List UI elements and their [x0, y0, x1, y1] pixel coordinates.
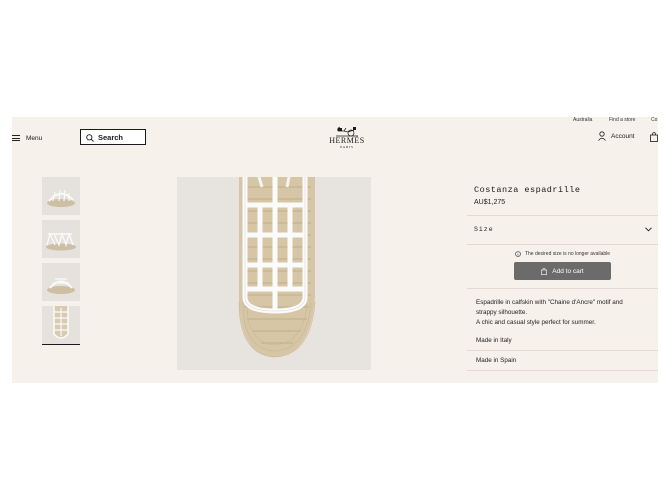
- hermes-logo[interactable]: HERMÈS PARIS: [325, 125, 369, 150]
- product-panel: Costanza espadrille AU$1,275 Size The de…: [467, 177, 658, 371]
- description-line: A chic and casual style perfect for summ…: [476, 319, 596, 326]
- bag-icon: [541, 267, 548, 275]
- size-notice-text: The desired size is no longer available: [524, 251, 611, 257]
- contact-link[interactable]: Co: [651, 117, 657, 123]
- country-link[interactable]: Australia: [573, 117, 592, 123]
- search-label: Search: [98, 132, 124, 142]
- size-selector[interactable]: Size: [467, 216, 658, 244]
- divider: [467, 244, 658, 245]
- product-thumbnail-image: [42, 306, 80, 344]
- product-page: Australia Find a store Co Menu Search HE…: [12, 117, 658, 383]
- logo-name: HERMÈS: [329, 136, 365, 145]
- thumbnail-3[interactable]: [42, 263, 80, 301]
- search-icon: [86, 133, 94, 142]
- description-line: strappy silhouette.: [476, 309, 528, 316]
- add-to-cart-button[interactable]: Add to cart: [514, 262, 611, 280]
- made-in-spain: Made in Spain: [476, 357, 517, 364]
- menu-label: Menu: [26, 134, 43, 142]
- chevron-down-icon: [645, 227, 652, 232]
- product-thumbnail-image: [42, 263, 80, 301]
- add-to-cart-label: Add to cart: [552, 267, 584, 275]
- made-in-italy: Made in Italy: [476, 337, 512, 344]
- account-label: Account: [611, 132, 635, 140]
- main-product-image: [177, 177, 371, 370]
- search-button[interactable]: Search: [80, 129, 146, 145]
- size-notice: The desired size is no longer available: [467, 249, 658, 259]
- account-link[interactable]: Account: [598, 131, 635, 141]
- thumbnail-1[interactable]: [42, 177, 80, 215]
- product-price: AU$1,275: [474, 199, 506, 206]
- size-label: Size: [474, 226, 494, 233]
- info-icon: [515, 251, 521, 257]
- product-thumbnail-image: [42, 177, 80, 215]
- find-store-link[interactable]: Find a store: [609, 117, 635, 123]
- logo-city: PARIS: [340, 145, 354, 149]
- description-line: Espadrille in calfskin with "Chaine d'An…: [476, 299, 623, 306]
- shopping-bag-icon[interactable]: [650, 132, 658, 142]
- hamburger-icon: [12, 135, 20, 141]
- thumbnail-2[interactable]: [42, 220, 80, 258]
- menu-button[interactable]: Menu: [12, 133, 42, 143]
- divider: [467, 370, 658, 371]
- product-description: Espadrille in calfskin with "Chaine d'An…: [467, 298, 658, 328]
- divider: [467, 350, 658, 351]
- user-icon: [598, 131, 606, 141]
- product-thumbnail-image: [42, 220, 80, 258]
- product-title: Costanza espadrille: [474, 185, 581, 195]
- divider: [467, 288, 658, 289]
- thumbnail-4[interactable]: [42, 306, 80, 345]
